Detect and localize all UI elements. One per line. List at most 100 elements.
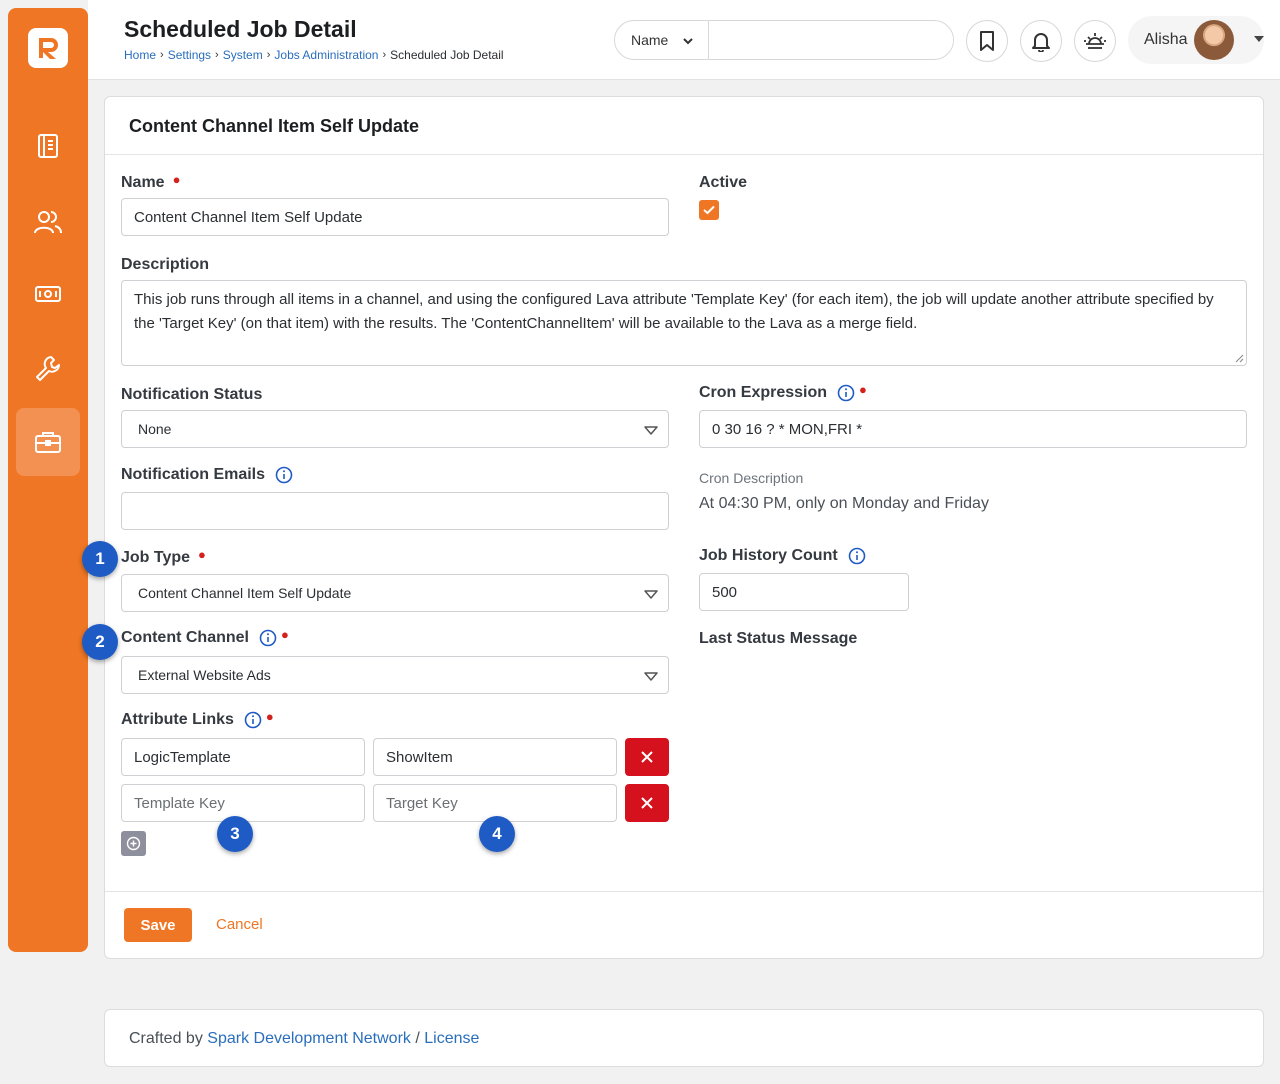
user-name: Alisha: [1144, 31, 1188, 48]
required-indicator: ●: [198, 546, 206, 562]
active-checkbox[interactable]: [699, 200, 719, 220]
job-detail-card: Content Channel Item Self Update Name ● C…: [104, 96, 1264, 959]
chevron-down-icon: [683, 38, 693, 45]
breadcrumb-settings[interactable]: Settings: [168, 48, 211, 62]
footer-separator: /: [415, 1030, 420, 1047]
cron-expression-label: Cron Expression ●: [699, 381, 867, 402]
bookmark-button[interactable]: [966, 20, 1008, 62]
notification-status-select[interactable]: None: [121, 410, 669, 448]
job-type-select[interactable]: Content Channel Item Self Update: [121, 574, 669, 612]
check-icon: [703, 205, 715, 215]
nav-item-tools[interactable]: [16, 334, 80, 402]
rock-logo[interactable]: [28, 28, 68, 68]
briefcase-icon: [35, 432, 61, 453]
notification-status-label: Notification Status: [121, 386, 263, 403]
info-icon[interactable]: [275, 466, 293, 484]
info-icon[interactable]: [848, 547, 866, 565]
breadcrumb-jobs-administration[interactable]: Jobs Administration: [274, 48, 378, 62]
info-icon[interactable]: [244, 711, 262, 729]
avatar: [1194, 20, 1234, 60]
required-indicator: ●: [172, 171, 181, 187]
attribute-link-target-field[interactable]: ShowItem: [373, 738, 617, 776]
wrench-icon: [36, 356, 60, 381]
nav-item-admin[interactable]: [16, 408, 80, 476]
chevron-right-icon: ›: [382, 49, 387, 61]
name-label: Name ●: [121, 171, 181, 192]
dropdown-arrow-icon: [644, 426, 658, 435]
money-icon: [35, 286, 61, 302]
license-link[interactable]: License: [424, 1030, 479, 1047]
required-indicator: ●: [281, 626, 289, 642]
add-attribute-link-button[interactable]: [121, 831, 146, 856]
breadcrumb-home[interactable]: Home: [124, 48, 156, 62]
dropdown-arrow-icon: [644, 672, 658, 681]
plus-circle-icon: [126, 836, 141, 851]
divider: [105, 891, 1263, 892]
footer-prefix: Crafted by: [129, 1030, 203, 1047]
user-menu[interactable]: Alisha: [1128, 16, 1264, 64]
attribute-links-label: Attribute Links ●: [121, 708, 274, 729]
content-channel-label: Content Channel ●: [121, 626, 289, 647]
save-button[interactable]: Save: [124, 908, 192, 942]
dropdown-arrow-icon: [644, 590, 658, 599]
search-type-select[interactable]: Name: [615, 21, 709, 59]
theme-button[interactable]: [1074, 20, 1116, 62]
book-icon: [38, 134, 58, 158]
sidebar: [8, 8, 88, 952]
attribute-link-template-field[interactable]: LogicTemplate: [121, 738, 365, 776]
search-bar: Name: [614, 20, 954, 60]
callout-badge: 2: [82, 624, 118, 660]
close-icon: [641, 751, 653, 763]
nav-item-finance[interactable]: [16, 260, 80, 328]
active-label: Active: [699, 174, 748, 191]
nav-item-book[interactable]: [16, 112, 80, 180]
cron-description-value: At 04:30 PM, only on Monday and Friday: [699, 495, 989, 512]
job-type-label: Job Type ●: [121, 546, 206, 567]
search-input[interactable]: [709, 21, 953, 59]
job-history-count-label: Job History Count: [699, 547, 866, 565]
breadcrumb: Home › Settings › System › Jobs Administ…: [124, 48, 504, 62]
breadcrumb-system[interactable]: System: [223, 48, 263, 62]
content-channel-select[interactable]: External Website Ads: [121, 656, 669, 694]
cron-description-label: Cron Description: [699, 470, 804, 486]
search-type-label: Name: [631, 32, 669, 48]
info-icon[interactable]: [259, 629, 277, 647]
required-indicator: ●: [859, 381, 867, 397]
description-label: Description: [121, 256, 210, 273]
attribute-link-template-field[interactable]: Template Key: [121, 784, 365, 822]
remove-attribute-link-button[interactable]: [625, 784, 669, 822]
notification-emails-field[interactable]: [121, 492, 669, 530]
page-footer: Crafted by Spark Development Network / L…: [104, 1009, 1264, 1067]
notification-emails-label: Notification Emails: [121, 466, 293, 484]
callout-badge: 1: [82, 541, 118, 577]
notifications-button[interactable]: [1020, 20, 1062, 62]
people-icon: [34, 211, 62, 234]
chevron-right-icon: ›: [215, 49, 219, 61]
user-menu-caret-icon[interactable]: [1252, 34, 1266, 44]
last-status-message-label: Last Status Message: [699, 630, 858, 647]
required-indicator: ●: [265, 708, 274, 724]
card-title: Content Channel Item Self Update: [105, 97, 1263, 155]
sunrise-icon: [1084, 33, 1106, 49]
cron-expression-field[interactable]: 0 30 16 ? * MON,FRI *: [699, 410, 1247, 448]
breadcrumb-current: Scheduled Job Detail: [390, 48, 504, 62]
info-icon[interactable]: [837, 384, 855, 402]
callout-badge: 3: [217, 816, 253, 852]
bookmark-icon: [980, 31, 994, 51]
rock-logo-icon: [39, 38, 58, 59]
description-field[interactable]: This job runs through all items in a cha…: [121, 280, 1247, 366]
chevron-right-icon: ›: [266, 49, 271, 61]
resize-handle-icon[interactable]: [1234, 353, 1244, 363]
close-icon: [641, 797, 653, 809]
cancel-button[interactable]: Cancel: [216, 916, 263, 933]
remove-attribute-link-button[interactable]: [625, 738, 669, 776]
job-history-count-field[interactable]: 500: [699, 573, 909, 611]
name-field[interactable]: Content Channel Item Self Update: [121, 198, 669, 236]
header: Scheduled Job Detail Home › Settings › S…: [88, 0, 1280, 80]
spark-link[interactable]: Spark Development Network: [207, 1030, 411, 1047]
callout-badge: 4: [479, 816, 515, 852]
nav-item-people[interactable]: [16, 188, 80, 256]
bell-icon: [1032, 33, 1050, 52]
chevron-right-icon: ›: [160, 49, 164, 61]
page-title: Scheduled Job Detail: [124, 16, 357, 42]
